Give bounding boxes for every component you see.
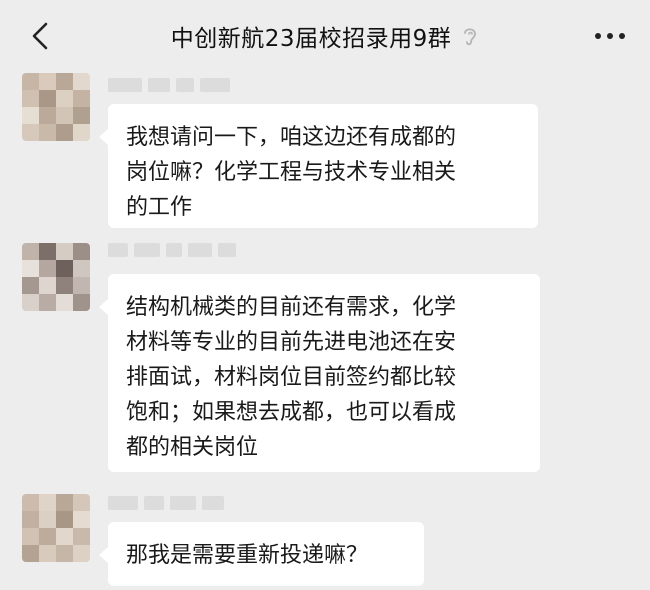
title-group: 中创新航23届校招录用9群 (171, 19, 479, 53)
more-icon (595, 33, 625, 39)
avatar[interactable] (22, 73, 90, 141)
chat-header: 中创新航23届校招录用9群 (0, 0, 650, 72)
message-line: 结构机械类的目前还有需求，化学 (126, 295, 457, 320)
back-button[interactable] (22, 18, 58, 54)
sender-name-redacted (108, 243, 236, 257)
message-line: 的工作 (126, 195, 193, 220)
message-line: 岗位嘛？化学工程与技术专业相关 (126, 160, 457, 185)
message-line: 饱和；如果想去成都，也可以看成 (126, 400, 457, 425)
message-bubble[interactable]: 那我是需要重新投递嘛？ (99, 522, 424, 586)
chevron-left-icon (32, 22, 48, 50)
message-bubble[interactable]: 结构机械类的目前还有需求，化学 材料等专业的目前先进电池还在安 排面试，材料岗位… (99, 274, 540, 472)
message-line: 那我是需要重新投递嘛？ (126, 543, 369, 568)
avatar[interactable] (22, 243, 90, 311)
avatar[interactable] (22, 494, 90, 562)
sender-name-redacted (108, 78, 230, 92)
message-bubble[interactable]: 我想请问一下，咱这边还有成都的 岗位嘛？化学工程与技术专业相关 的工作 (99, 104, 538, 228)
sender-name-redacted (108, 496, 224, 510)
message-line: 材料等专业的目前先进电池还在安 (126, 330, 457, 355)
chat-title: 中创新航23届校招录用9群 (170, 26, 452, 52)
message-line: 我想请问一下，咱这边还有成都的 (126, 125, 457, 150)
ear-icon (464, 28, 477, 46)
message-line: 排面试，材料岗位目前签约都比较 (126, 365, 457, 390)
message-line: 都的相关岗位 (126, 435, 259, 460)
more-options-button[interactable] (590, 22, 630, 50)
